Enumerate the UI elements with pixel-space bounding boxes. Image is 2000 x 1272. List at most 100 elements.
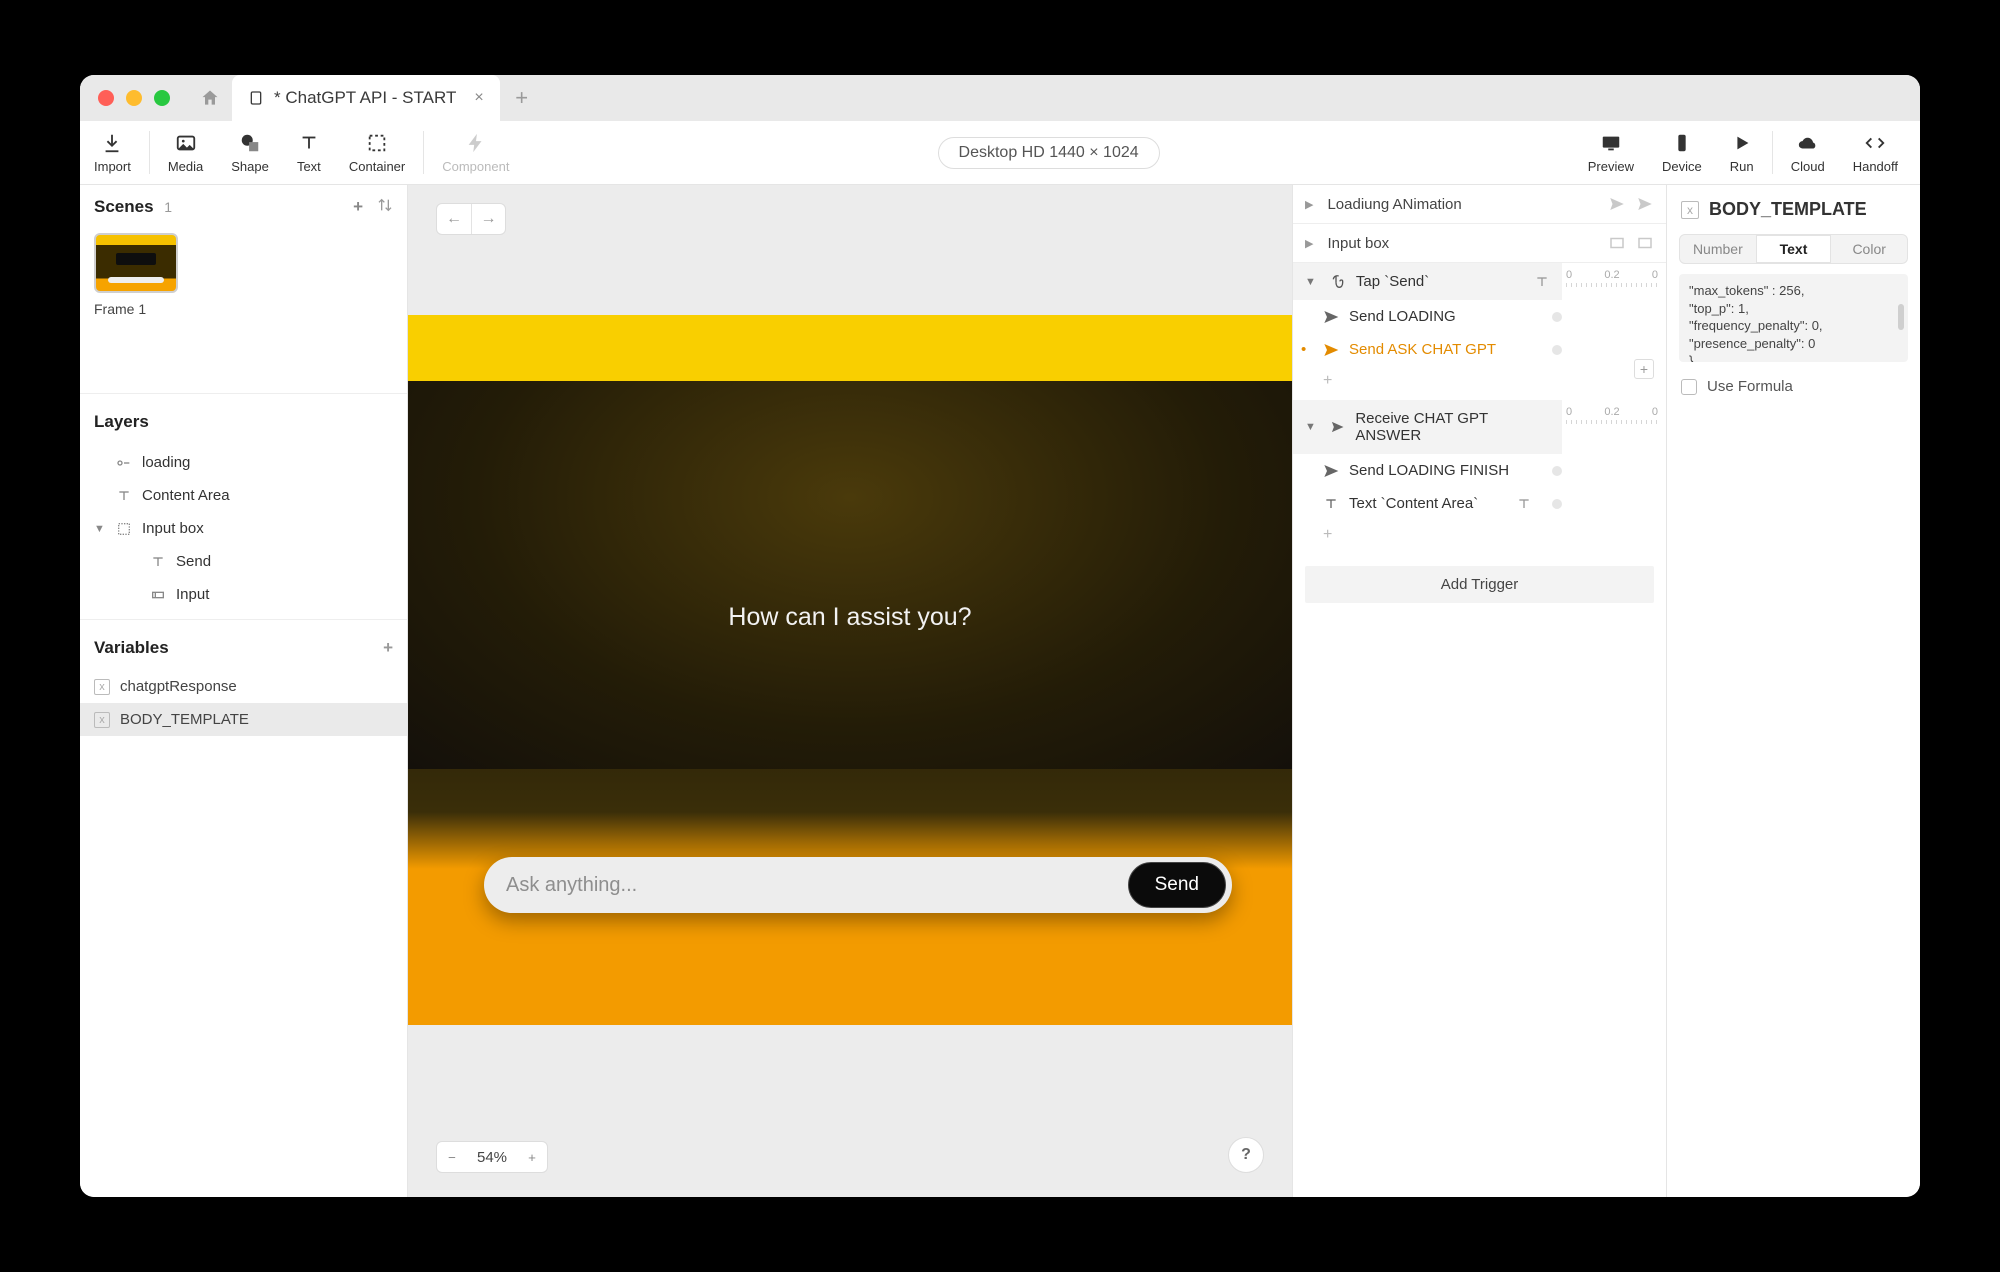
text-icon <box>1323 496 1339 512</box>
titlebar: * ChatGPT API - START × + <box>80 75 1920 121</box>
minimize-window-button[interactable] <box>126 90 142 106</box>
checkbox[interactable] <box>1681 379 1697 395</box>
response-send-loading[interactable]: Send LOADING <box>1293 300 1544 333</box>
variable-chatgptResponse[interactable]: x chatgptResponse <box>80 670 407 703</box>
text-icon <box>150 554 166 570</box>
close-window-button[interactable] <box>98 90 114 106</box>
trigger-receive-answer: ▼ Receive CHAT GPT ANSWER Send LOADING F… <box>1293 400 1666 554</box>
timeline-marker[interactable] <box>1552 499 1562 509</box>
trigger-group-input-box[interactable]: ▶ Input box <box>1293 224 1666 263</box>
next-scene-button[interactable]: → <box>471 204 505 234</box>
motion-icon <box>116 455 132 471</box>
tab-number[interactable]: Number <box>1680 235 1756 263</box>
timeline-marker[interactable] <box>1552 466 1562 476</box>
import-tool[interactable]: Import <box>80 121 145 184</box>
zoom-out-button[interactable]: − <box>437 1142 467 1172</box>
send-button[interactable]: Send <box>1128 862 1226 908</box>
cloud-icon <box>1796 131 1820 155</box>
scene-item[interactable]: Frame 1 <box>80 229 407 327</box>
use-formula-row[interactable]: Use Formula <box>1667 372 1920 401</box>
rect-icon <box>1636 234 1654 252</box>
help-button[interactable]: ? <box>1228 1137 1264 1173</box>
document-icon <box>248 90 264 106</box>
add-trigger-button[interactable]: Add Trigger <box>1305 566 1654 603</box>
phone-icon <box>1670 131 1694 155</box>
add-response-button[interactable]: + <box>1293 366 1562 400</box>
variable-chip-icon: x <box>94 679 110 695</box>
variable-chip-icon: x <box>94 712 110 728</box>
tab-title: * ChatGPT API - START <box>274 88 456 108</box>
content-prompt: How can I assist you? <box>408 603 1292 632</box>
input-placeholder: Ask anything... <box>506 874 1128 897</box>
container-tool[interactable]: Container <box>335 121 419 184</box>
layer-input[interactable]: Input <box>80 578 407 611</box>
input-icon <box>150 587 166 603</box>
paper-plane-icon <box>1323 463 1339 479</box>
input-bar[interactable]: Ask anything... Send <box>484 857 1232 913</box>
add-between-button[interactable]: + <box>1634 359 1654 379</box>
response-send-loading-finish[interactable]: Send LOADING FINISH <box>1293 454 1544 487</box>
handoff-tool[interactable]: Handoff <box>1839 121 1912 184</box>
code-editor[interactable]: "max_tokens" : 256, "top_p": 1, "frequen… <box>1679 274 1908 362</box>
add-variable-button[interactable]: + <box>383 638 393 658</box>
container-icon <box>365 131 389 155</box>
text-tool[interactable]: Text <box>283 121 335 184</box>
layer-loading[interactable]: loading <box>80 446 407 479</box>
device-tool[interactable]: Device <box>1648 121 1716 184</box>
body: Scenes 1 + Frame 1 Layers loading <box>80 185 1920 1197</box>
zoom-in-button[interactable]: + <box>517 1142 547 1172</box>
tab-color[interactable]: Color <box>1831 235 1907 263</box>
response-text-content-area[interactable]: Text `Content Area` <box>1293 487 1544 520</box>
trigger-title[interactable]: ▼ Tap `Send` <box>1293 263 1562 300</box>
artboard[interactable]: How can I assist you? Ask anything... Se… <box>408 315 1292 1025</box>
image-icon <box>174 131 198 155</box>
cloud-tool[interactable]: Cloud <box>1777 121 1839 184</box>
chevron-right-icon: ▶ <box>1305 198 1313 211</box>
media-tool[interactable]: Media <box>154 121 217 184</box>
layer-content-area[interactable]: Content Area <box>80 479 407 512</box>
document-tab[interactable]: * ChatGPT API - START × <box>232 75 500 121</box>
timeline-marker[interactable] <box>1552 312 1562 322</box>
layer-input-box[interactable]: ▼ Input box <box>80 512 407 545</box>
left-panel: Scenes 1 + Frame 1 Layers loading <box>80 185 408 1197</box>
run-tool[interactable]: Run <box>1716 121 1768 184</box>
add-response-button[interactable]: + <box>1293 520 1562 554</box>
scene-thumbnail <box>94 233 178 293</box>
shape-tool[interactable]: Shape <box>217 121 283 184</box>
layer-list: loading Content Area ▼ Input box Send <box>80 444 407 613</box>
scene-label: Frame 1 <box>94 301 393 317</box>
prev-scene-button[interactable]: ← <box>437 204 471 234</box>
variable-body-template[interactable]: x BODY_TEMPLATE <box>80 703 407 736</box>
toolbar: Import Media Shape Text Container <box>80 121 1920 185</box>
close-tab-button[interactable]: × <box>474 89 483 107</box>
canvas[interactable]: ← → How can I assist you? Ask anything..… <box>408 185 1292 1197</box>
timeline-marker[interactable] <box>1552 345 1562 355</box>
scrollbar-thumb[interactable] <box>1898 304 1904 330</box>
tab-text[interactable]: Text <box>1756 235 1832 263</box>
inspector-title: x BODY_TEMPLATE <box>1667 185 1920 234</box>
trigger-group-loading-animation[interactable]: ▶ Loadiung ANimation <box>1293 185 1666 224</box>
paper-plane-icon <box>1323 309 1339 325</box>
scene-sort-button[interactable] <box>377 197 393 217</box>
home-icon <box>200 88 220 108</box>
new-tab-button[interactable]: + <box>500 75 544 121</box>
artboard-size-chip[interactable]: Desktop HD 1440 × 1024 <box>938 137 1160 169</box>
chevron-down-icon: ▼ <box>1305 276 1316 288</box>
response-icon <box>1636 195 1654 213</box>
interaction-panel: ▶ Loadiung ANimation ▶ Input box <box>1292 185 1666 1197</box>
home-tab[interactable] <box>188 75 232 121</box>
component-tool: Component <box>428 121 523 184</box>
response-send-ask-chat-gpt[interactable]: Send ASK CHAT GPT <box>1293 333 1544 366</box>
text-icon <box>116 488 132 504</box>
paper-plane-icon <box>1323 342 1339 358</box>
inspector-panel: x BODY_TEMPLATE Number Text Color "max_t… <box>1666 185 1920 1197</box>
trigger-title[interactable]: ▼ Receive CHAT GPT ANSWER <box>1293 400 1562 454</box>
preview-tool[interactable]: Preview <box>1574 121 1648 184</box>
container-icon <box>116 521 132 537</box>
app-window: * ChatGPT API - START × + Import Media S… <box>80 75 1920 1197</box>
add-scene-button[interactable]: + <box>353 197 363 217</box>
layers-header: Layers <box>80 400 407 444</box>
bolt-icon <box>464 131 488 155</box>
zoom-window-button[interactable] <box>154 90 170 106</box>
layer-send[interactable]: Send <box>80 545 407 578</box>
